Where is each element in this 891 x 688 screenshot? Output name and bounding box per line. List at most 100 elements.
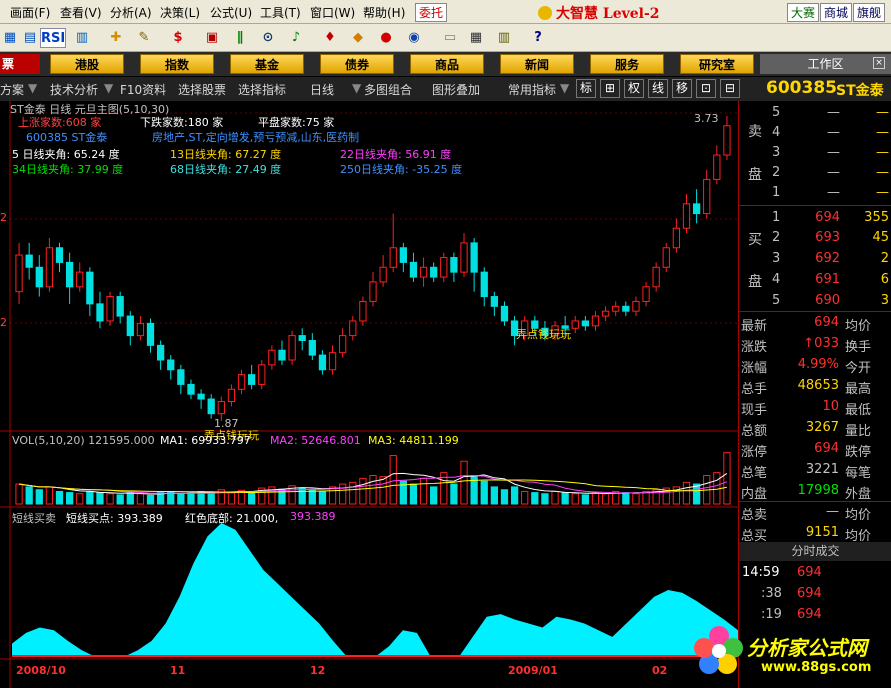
candle-body [692,203,701,215]
stat-label: 换手 [845,340,872,355]
tab-commodity[interactable]: 商品 [410,54,484,74]
stat-value: 4.99% [797,357,839,372]
red-cards-icon[interactable]: ♦ [320,28,340,48]
tab-index[interactable]: 指数 [140,54,214,74]
buy-level-3[interactable]: 3 692 2 [739,249,891,269]
sell-level-2[interactable]: 2 — — [739,163,891,183]
rights-button[interactable]: 权 [624,79,644,98]
dropdown-icon[interactable]: ▼ [352,81,361,95]
cross-icon[interactable]: ✚ [106,28,126,48]
candle-body [45,247,54,288]
tick-row: 14:59 694 [739,563,891,583]
tab-bond[interactable]: 债券 [320,54,394,74]
stat-row: 涨跌 ↑033 换手 [739,334,891,355]
sell-level-1[interactable]: 1 — — [739,183,891,203]
select-indicator-menu[interactable]: 选择指标 [238,81,286,98]
table-icon[interactable]: ▥ [72,28,92,48]
bars-icon[interactable]: ∥ [230,28,250,48]
dollar-icon[interactable]: $ [168,28,188,48]
candle-body [591,315,600,327]
grid-icon[interactable]: ▤ [20,28,40,48]
menu-screen[interactable]: 画面(F) [10,4,50,21]
common-indicator-menu[interactable]: 常用指标 [508,81,556,98]
menu-formula[interactable]: 公式(U) [210,4,252,21]
chart-canvas[interactable] [0,101,738,688]
tab-hk[interactable]: 港股 [50,54,124,74]
buy-level-1[interactable]: 1 694 355 [739,208,891,228]
workarea-button[interactable]: 工作区 × [760,54,891,74]
daily-menu[interactable]: 日线 [310,81,334,98]
diamond-icon[interactable]: ◆ [348,28,368,48]
flagship-button[interactable]: 旗舰 [853,3,886,22]
zoom-out-icon[interactable]: ⊟ [720,79,740,98]
mark-button[interactable]: 标 [576,79,596,98]
tab-research[interactable]: 研究室 [680,54,754,74]
menu-decision[interactable]: 决策(L) [160,4,200,21]
menu-analysis[interactable]: 分析(A) [110,4,152,21]
overlay-menu[interactable]: 图形叠加 [432,81,480,98]
flower-logo-icon [694,626,743,674]
multi-chart-menu[interactable]: 多图组合 [364,81,412,98]
menu-help[interactable]: 帮助(H) [363,4,405,21]
chart-panel[interactable]: ST金泰 日线 元旦主图(5,10,30) 上涨家数:608 家 下跌家数:18… [0,101,738,688]
move-button[interactable]: 移 [672,79,692,98]
rsi-button[interactable]: RSI [40,28,66,48]
stock-code: 600385 [766,78,837,98]
books-icon[interactable]: ▥ [494,28,514,48]
grid-toggle-icon[interactable]: ⊞ [600,79,620,98]
zoom-in-icon[interactable]: ⊡ [696,79,716,98]
calendar-icon[interactable]: ▦ [466,28,486,48]
tick-time: :19 [761,607,782,622]
time-sales-header[interactable]: 分时成交 [739,542,891,561]
buy-level-5[interactable]: 5 690 3 [739,291,891,311]
tab-fund[interactable]: 基金 [230,54,304,74]
volume-bar [187,492,195,505]
mall-button[interactable]: 商城 [820,3,853,22]
dropdown-icon[interactable]: ▼ [560,81,569,95]
total-sell-row: 总卖 — 均价 [739,502,891,523]
ball-icon[interactable]: ● [376,28,396,48]
menu-tools[interactable]: 工具(T) [260,4,301,21]
level-num: 1 [772,185,781,200]
level-volume: — [876,125,889,140]
tab-stocks[interactable]: 票 [0,54,40,74]
volume-bar [106,493,114,505]
menu-view[interactable]: 查看(V) [60,4,102,21]
total-buy-row: 总买 9151 均价 [739,523,891,544]
close-icon[interactable]: × [873,57,885,69]
chart-icon[interactable]: ▦ [0,28,20,48]
help-pointer-icon[interactable]: ? [528,28,548,48]
volume-bar [15,483,23,505]
f10-menu[interactable]: F10资料 [120,81,166,98]
select-stock-menu[interactable]: 选择股票 [178,81,226,98]
volume-bar [419,477,428,505]
ruler-icon[interactable]: ✎ [134,28,154,48]
sell-level-5[interactable]: 5 — — [739,103,891,123]
menu-window[interactable]: 窗口(W) [310,4,355,21]
window-icon[interactable]: ▭ [440,28,460,48]
globe-icon[interactable]: ◉ [404,28,424,48]
trade-button[interactable]: 委托 [415,3,448,22]
tab-news[interactable]: 新闻 [500,54,574,74]
sell-level-3[interactable]: 3 — — [739,143,891,163]
buy-level-4[interactable]: 4 691 6 [739,270,891,290]
tech-analysis-menu[interactable]: 技术分析 [50,81,98,98]
binoculars-icon[interactable]: ⊙ [258,28,278,48]
level-volume: 2 [880,251,889,266]
candle-icon[interactable]: ▣ [202,28,222,48]
line-button[interactable]: 线 [648,79,668,98]
contest-button[interactable]: 大赛 [787,3,820,22]
scheme-menu[interactable]: 方案 [0,81,24,98]
candle-body [116,296,124,317]
volume-bar [308,489,316,505]
volume-bar [460,460,468,505]
candle-body [96,303,104,322]
candle-body [86,271,94,305]
sell-level-4[interactable]: 4 — — [739,123,891,143]
level-num: 5 [772,293,781,308]
dropdown-icon[interactable]: ▼ [104,81,113,95]
tab-service[interactable]: 服务 [590,54,664,74]
bell-icon[interactable]: ♪ [286,28,306,48]
dropdown-icon[interactable]: ▼ [28,81,37,95]
buy-level-2[interactable]: 2 693 45 [739,228,891,248]
